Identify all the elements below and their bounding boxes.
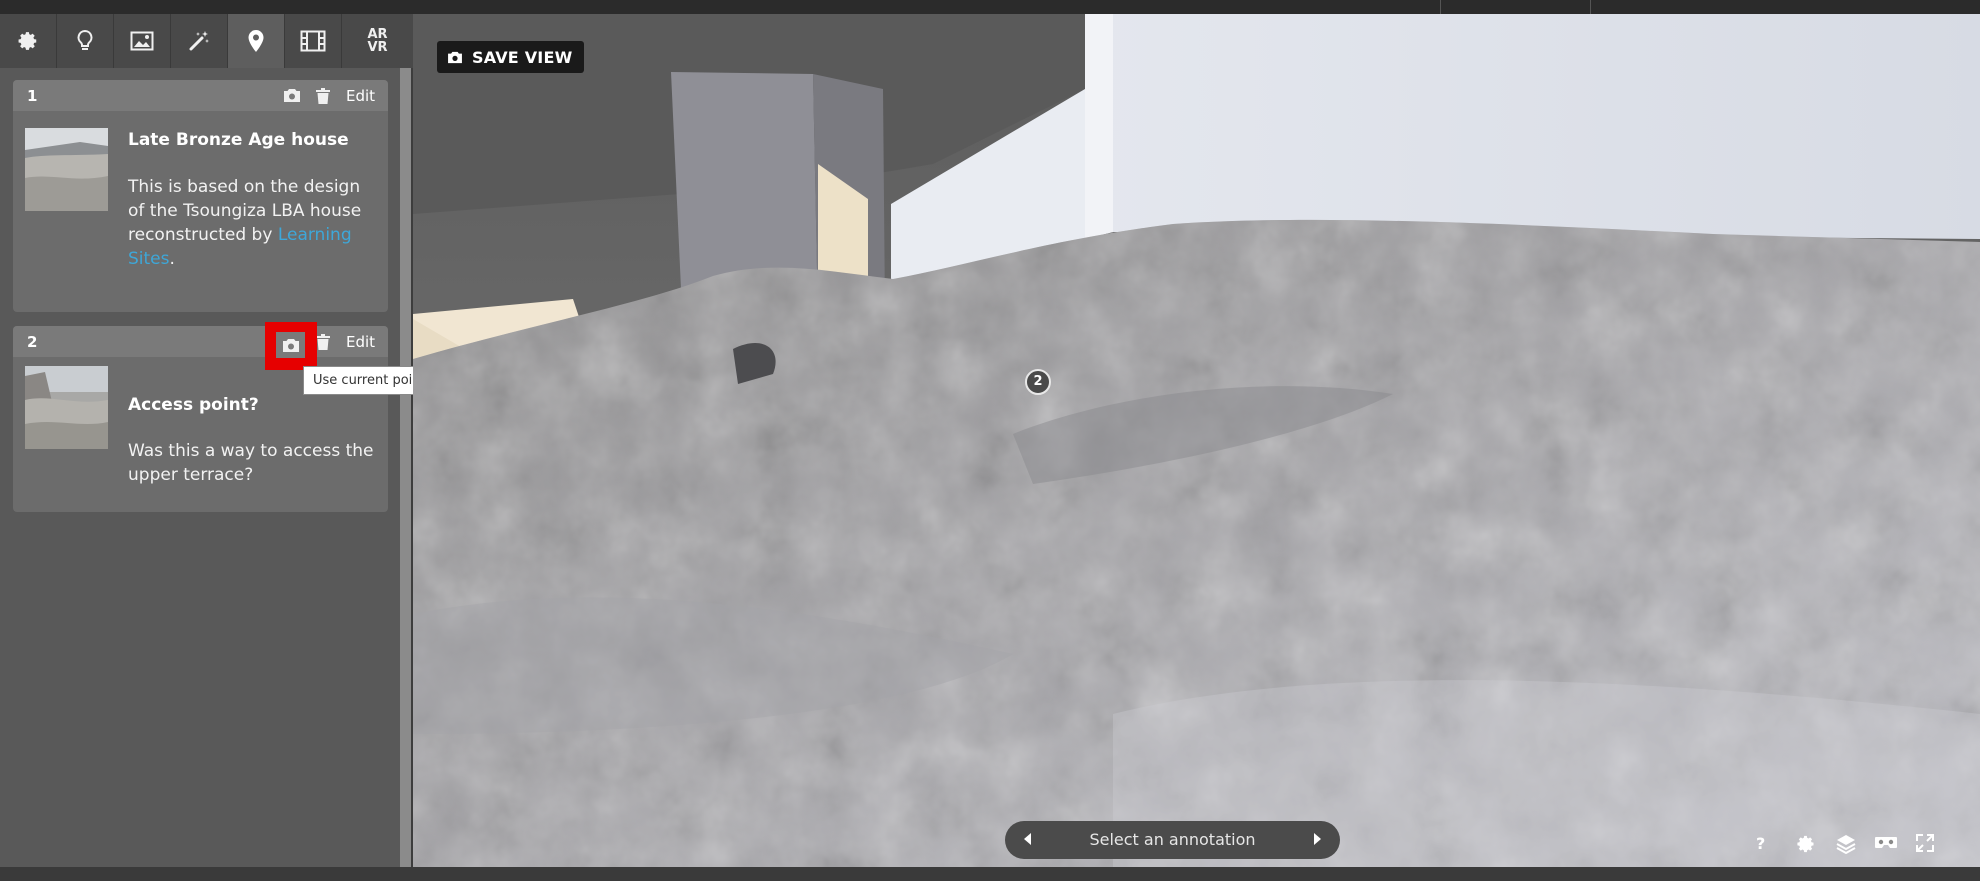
- tool-post-processing[interactable]: [171, 14, 228, 68]
- annotation-text: Was this a way to access the upper terra…: [128, 441, 374, 485]
- sidebar-scrollbar[interactable]: [400, 68, 411, 867]
- image-icon: [130, 31, 154, 51]
- layers-icon[interactable]: [1836, 834, 1856, 854]
- annotation-card[interactable]: 2 Edit Access point? Was this a way to a…: [13, 326, 388, 512]
- map-pin-icon: [248, 30, 264, 52]
- 3d-viewport[interactable]: SAVE VIEW 2 Select an annotation ?: [413, 14, 1980, 867]
- use-current-view-button-highlight: [265, 322, 317, 370]
- camera-icon: [448, 51, 462, 63]
- magic-wand-icon: [189, 31, 209, 51]
- annotation-thumbnail: [25, 366, 108, 449]
- settings-icon[interactable]: [1796, 834, 1816, 854]
- tool-lighting[interactable]: [57, 14, 114, 68]
- svg-text:?: ?: [1756, 834, 1765, 852]
- tool-settings[interactable]: [0, 14, 57, 68]
- annotation-text: This is based on the design of the Tsoun…: [128, 175, 378, 271]
- bottom-border: [0, 867, 1980, 881]
- annotation-navigator-label[interactable]: Select an annotation: [1005, 821, 1340, 859]
- tool-background[interactable]: [114, 14, 171, 68]
- top-bar: [0, 0, 1980, 14]
- use-current-view-button[interactable]: [276, 332, 305, 358]
- 3d-scene: [413, 14, 1980, 867]
- annotation-pin[interactable]: 2: [1025, 369, 1051, 395]
- save-view-label: SAVE VIEW: [472, 47, 573, 67]
- top-bar-divider: [1440, 0, 1441, 14]
- lightbulb-icon: [77, 29, 93, 50]
- help-icon[interactable]: ?: [1753, 834, 1769, 852]
- editor-toolbar: AR VR: [0, 14, 413, 68]
- top-bar-divider: [1590, 0, 1591, 14]
- annotation-card-header: 2 Edit: [13, 326, 388, 357]
- tool-annotations[interactable]: [228, 14, 285, 68]
- annotation-navigator: Select an annotation: [1005, 821, 1340, 859]
- annotation-title: Late Bronze Age house: [128, 130, 349, 150]
- trash-icon[interactable]: [316, 334, 330, 350]
- edit-annotation-link[interactable]: Edit: [346, 333, 375, 351]
- film-icon: [300, 30, 326, 52]
- annotation-number: 2: [27, 333, 38, 351]
- trash-icon[interactable]: [316, 88, 330, 104]
- annotation-text-end: .: [169, 249, 175, 269]
- vr-headset-icon[interactable]: [1874, 834, 1898, 852]
- tool-animations[interactable]: [285, 14, 342, 68]
- gear-icon: [18, 32, 37, 50]
- annotations-sidebar: AR VR 1 Edit Late Bronze Age house This …: [0, 14, 413, 867]
- camera-icon[interactable]: [283, 88, 301, 103]
- annotation-card-header: 1 Edit: [13, 80, 388, 111]
- ar-vr-icon: AR VR: [367, 28, 387, 54]
- save-view-button[interactable]: SAVE VIEW: [437, 41, 585, 73]
- annotation-thumbnail: [25, 128, 108, 211]
- tool-ar-vr[interactable]: AR VR: [342, 14, 413, 68]
- annotation-number: 1: [27, 87, 38, 105]
- edit-annotation-link[interactable]: Edit: [346, 87, 375, 105]
- fullscreen-icon[interactable]: [1916, 834, 1934, 852]
- annotation-title: Access point?: [128, 395, 259, 415]
- annotation-card[interactable]: 1 Edit Late Bronze Age house This is bas…: [13, 80, 388, 312]
- camera-icon: [282, 338, 299, 352]
- vr-label: VR: [367, 40, 388, 55]
- next-annotation-arrow-icon[interactable]: [1314, 833, 1321, 845]
